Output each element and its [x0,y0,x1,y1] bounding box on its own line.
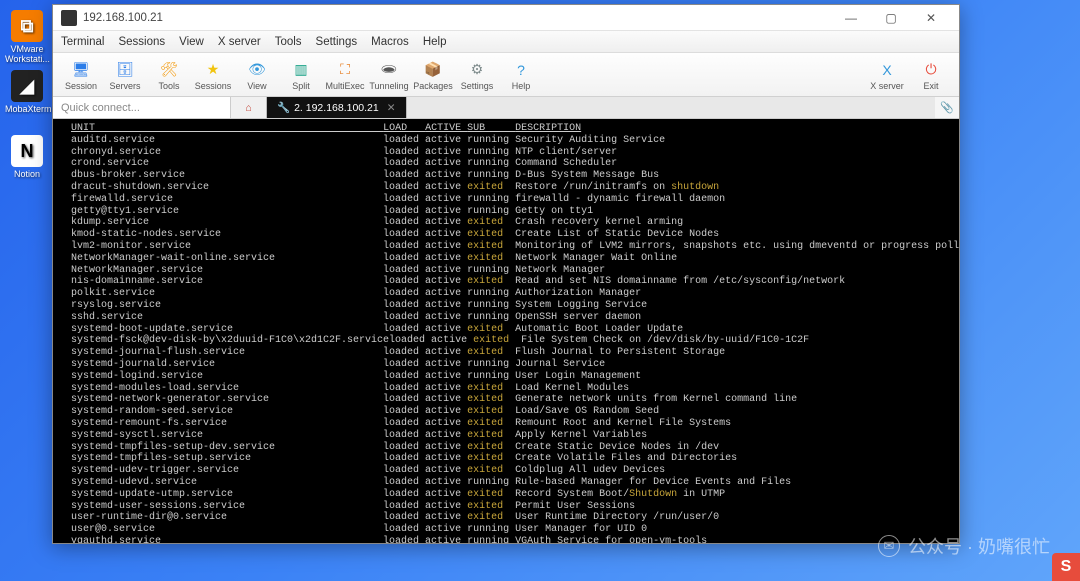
toolbar-settings[interactable]: ⚙Settings [455,57,499,93]
toolbar: 🖥Session🗄Servers🛠Tools★Sessions👁View▥Spl… [53,53,959,97]
desktop-icon-label: MobaXterm [5,104,49,114]
toolbar-view[interactable]: 👁View [235,57,279,93]
close-button[interactable]: ✕ [911,6,951,30]
tab-home[interactable]: ⌂ [231,97,267,118]
toolbar-packages[interactable]: 📦Packages [411,57,455,93]
watermark: ✉ 公众号 · 奶嘴很忙 [878,533,1050,559]
desktop-icon-notion[interactable]: N Notion [5,135,49,179]
quick-connect-input[interactable]: Quick connect... [53,97,231,118]
tab-label: ⌂ [245,102,251,114]
tab-icon: 🔧 [277,101,290,114]
titlebar[interactable]: 192.168.100.21 — ▢ ✕ [53,5,959,31]
menu-macros[interactable]: Macros [371,36,409,48]
toolbar-split[interactable]: ▥Split [279,57,323,93]
toolbar-tools[interactable]: 🛠Tools [147,57,191,93]
terminal-output[interactable]: UNIT LOAD ACTIVE SUB DESCRIPTION auditd.… [53,119,959,543]
session-icon: 🖥 [70,59,92,81]
toolbar-session[interactable]: 🖥Session [59,57,103,93]
split-icon: ▥ [290,59,312,81]
app-icon [61,10,77,26]
tools-icon: 🛠 [158,59,180,81]
toolbar-label: Settings [461,81,494,91]
sessions-icon: ★ [202,59,224,81]
tab-session[interactable]: 🔧 2. 192.168.100.21 ✕ [267,97,407,118]
toolbar-label: Split [292,81,310,91]
menu-help[interactable]: Help [423,36,447,48]
exit-icon: ⏻ [920,59,942,81]
toolbar-exit[interactable]: ⏻Exit [909,57,953,93]
x-server-icon: X [876,59,898,81]
toolbar-label: View [247,81,266,91]
toolbar-label: Sessions [195,81,232,91]
maximize-button[interactable]: ▢ [871,6,911,30]
menu-settings[interactable]: Settings [316,36,358,48]
toolbar-label: Packages [413,81,453,91]
menu-terminal[interactable]: Terminal [61,36,104,48]
mobaxterm-window: 192.168.100.21 — ▢ ✕ Terminal Sessions Vie… [52,4,960,544]
toolbar-label: X server [870,81,904,91]
vmware-icon: ⧉ [11,10,43,42]
connection-row: Quick connect... ⌂ 🔧 2. 192.168.100.21 ✕ 📎 [53,97,959,119]
toolbar-label: Exit [923,81,938,91]
toolbar-label: Tunneling [369,81,408,91]
toolbar-label: Session [65,81,97,91]
paperclip-icon[interactable]: 📎 [935,101,959,114]
toolbar-x-server[interactable]: XX server [865,57,909,93]
toolbar-label: Help [512,81,531,91]
toolbar-label: Tools [158,81,179,91]
tunneling-icon: 🕳 [378,59,400,81]
minimize-button[interactable]: — [831,6,871,30]
toolbar-multiexec[interactable]: ⛶MultiExec [323,57,367,93]
tray-icon-sogou[interactable]: S [1052,553,1080,581]
menu-view[interactable]: View [179,36,204,48]
packages-icon: 📦 [422,59,444,81]
tab-bar: ⌂ 🔧 2. 192.168.100.21 ✕ [231,97,935,118]
view-icon: 👁 [246,59,268,81]
menu-x-server[interactable]: X server [218,36,261,48]
toolbar-servers[interactable]: 🗄Servers [103,57,147,93]
toolbar-label: Servers [109,81,140,91]
desktop-icon-vmware[interactable]: ⧉ VMware Workstati... [5,10,49,64]
wechat-icon: ✉ [878,535,900,557]
desktop-icon-mobaxterm[interactable]: ◢ MobaXterm [5,70,49,114]
toolbar-sessions[interactable]: ★Sessions [191,57,235,93]
desktop-icon-label: Notion [5,169,49,179]
multiexec-icon: ⛶ [334,59,356,81]
toolbar-tunneling[interactable]: 🕳Tunneling [367,57,411,93]
notion-icon: N [11,135,43,167]
menu-tools[interactable]: Tools [275,36,302,48]
tab-close-icon[interactable]: ✕ [387,102,396,114]
toolbar-help[interactable]: ?Help [499,57,543,93]
settings-icon: ⚙ [466,59,488,81]
desktop-icon-label: VMware Workstati... [5,44,49,64]
mobaxterm-icon: ◢ [11,70,43,102]
help-icon: ? [510,59,532,81]
window-title: 192.168.100.21 [83,12,831,24]
menubar: Terminal Sessions View X server Tools Setting… [53,31,959,53]
tab-label: 2. 192.168.100.21 [294,102,379,114]
menu-sessions[interactable]: Sessions [118,36,165,48]
toolbar-label: MultiExec [325,81,364,91]
watermark-text: 公众号 · 奶嘴很忙 [908,533,1050,559]
servers-icon: 🗄 [114,59,136,81]
